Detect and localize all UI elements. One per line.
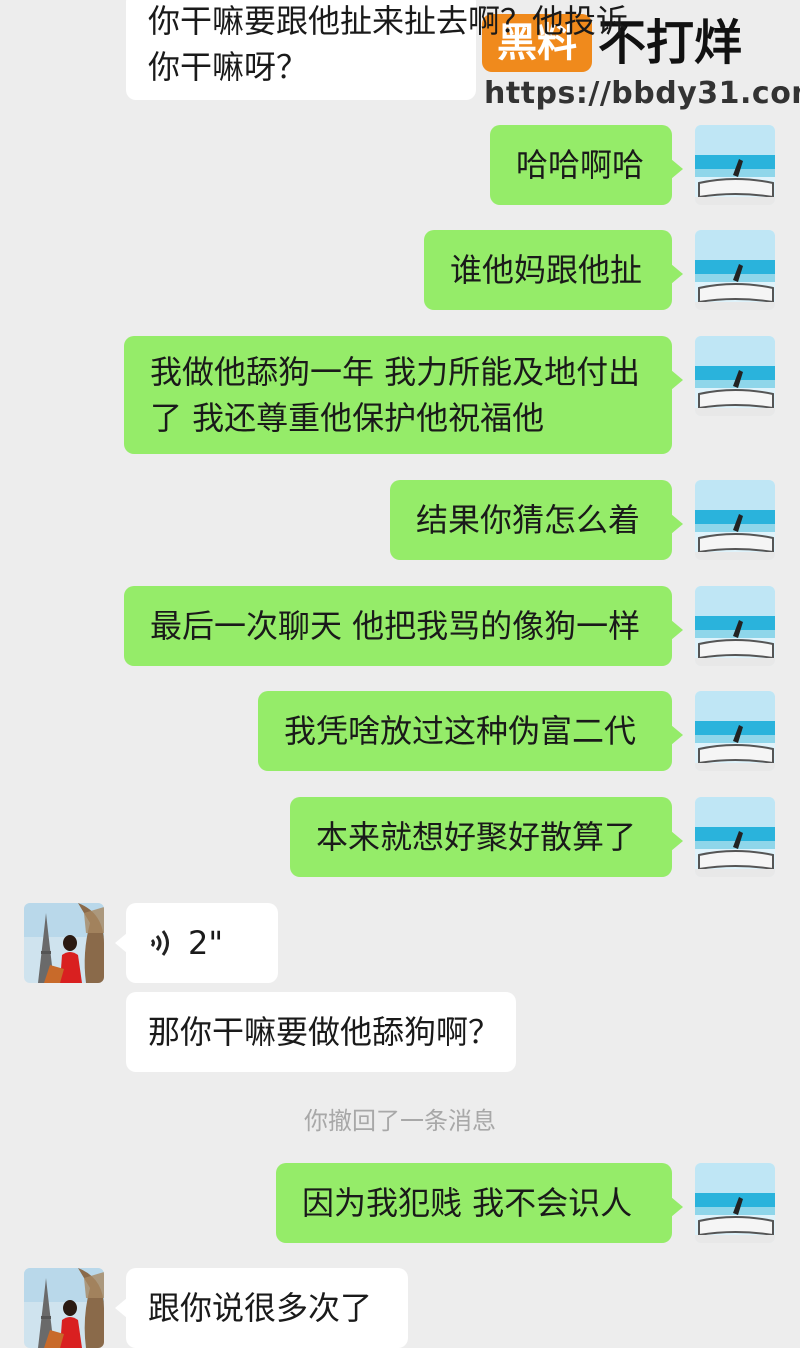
recall-notice: 你撤回了一条消息 — [304, 1107, 496, 1135]
voice-wave-icon — [150, 930, 169, 956]
message-text: 因为我犯贱 我不会识人 — [302, 1184, 633, 1222]
voice-message[interactable]: 2" — [115, 903, 278, 983]
self-avatar[interactable] — [695, 1163, 775, 1243]
message-text: 哈哈啊哈 — [516, 146, 645, 184]
chat-area: 黑料 不打烊 https://bbdy31.com 你干嘛要跟他扯来扯去啊？他投… — [0, 0, 800, 1348]
message-text: 本来就想好聚好散算了 — [316, 818, 637, 856]
message-text: 我凭啥放过这种伪富二代 — [284, 712, 637, 750]
contact-avatar[interactable] — [24, 1268, 104, 1348]
received-message[interactable]: 那你干嘛要做他舔狗啊？ — [126, 992, 516, 1072]
sent-message[interactable]: 因为我犯贱 我不会识人 — [276, 1163, 683, 1243]
self-avatar[interactable] — [695, 336, 775, 416]
self-avatar[interactable] — [695, 797, 775, 877]
contact-avatar[interactable] — [24, 903, 104, 983]
message-text: 谁他妈跟他扯 — [450, 251, 643, 289]
watermark-url: https://bbdy31.com — [484, 76, 800, 111]
message-text: 那你干嘛要做他舔狗啊？ — [148, 1013, 501, 1051]
message-line: 你干嘛呀？ — [148, 48, 309, 86]
message-line: 你干嘛要跟他扯来扯去啊？他投诉 — [148, 2, 629, 40]
received-message[interactable]: 你干嘛要跟他扯来扯去啊？他投诉 你干嘛呀？ — [126, 0, 629, 100]
self-avatar[interactable] — [695, 125, 775, 205]
sent-message[interactable]: 哈哈啊哈 — [490, 125, 683, 205]
voice-duration: 2" — [188, 924, 224, 962]
self-avatar[interactable] — [695, 691, 775, 771]
message-line: 我做他舔狗一年 我力所能及地付出 — [150, 353, 641, 391]
sent-message[interactable]: 我凭啥放过这种伪富二代 — [258, 691, 683, 771]
message-line: 了 我还尊重他保护他祝福他 — [150, 399, 545, 437]
message-text: 跟你说很多次了 — [148, 1289, 373, 1327]
self-avatar[interactable] — [695, 586, 775, 666]
message-text: 结果你猜怎么着 — [416, 501, 641, 539]
message-text: 最后一次聊天 他把我骂的像狗一样 — [150, 607, 641, 645]
sent-message[interactable]: 我做他舔狗一年 我力所能及地付出 了 我还尊重他保护他祝福他 — [124, 336, 683, 454]
received-message[interactable]: 跟你说很多次了 — [115, 1268, 408, 1348]
sent-message[interactable]: 最后一次聊天 他把我骂的像狗一样 — [124, 586, 683, 666]
self-avatar[interactable] — [695, 230, 775, 310]
sent-message[interactable]: 谁他妈跟他扯 — [424, 230, 683, 310]
sent-message[interactable]: 结果你猜怎么着 — [390, 480, 683, 560]
self-avatar[interactable] — [695, 480, 775, 560]
sent-message[interactable]: 本来就想好聚好散算了 — [290, 797, 683, 877]
